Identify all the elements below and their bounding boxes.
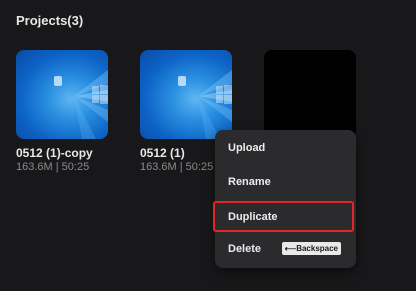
menu-item-delete[interactable]: Delete ⟵Backspace (215, 235, 356, 263)
project-card[interactable] (264, 50, 356, 139)
project-card[interactable]: 0512 (1)-copy 163.6M | 50:25 (16, 50, 108, 173)
menu-item-rename[interactable]: Rename (215, 168, 356, 196)
highlight-annotation (213, 201, 354, 232)
project-thumbnail[interactable] (16, 50, 108, 139)
shortcut-badge: ⟵Backspace (281, 242, 341, 255)
windows-wallpaper-graphic (74, 70, 108, 139)
page-title: Projects(3) (16, 13, 84, 28)
project-meta: 163.6M | 50:25 (16, 161, 90, 173)
context-menu: Upload Rename Duplicate Delete ⟵Backspac… (215, 130, 356, 268)
desktop-icon (178, 76, 186, 86)
project-thumbnail[interactable] (264, 50, 356, 139)
menu-item-label: Delete (228, 243, 262, 255)
desktop-icon (54, 76, 62, 86)
menu-item-label: Rename (228, 176, 271, 188)
menu-item-upload[interactable]: Upload (215, 134, 356, 162)
projects-page: Projects(3) 0512 (1)-copy 163.6M | 50:25 (0, 0, 416, 291)
windows-wallpaper-graphic (198, 70, 232, 139)
project-thumbnail[interactable] (140, 50, 232, 139)
project-name: 0512 (1)-copy (16, 146, 93, 160)
menu-item-label: Upload (228, 142, 266, 154)
